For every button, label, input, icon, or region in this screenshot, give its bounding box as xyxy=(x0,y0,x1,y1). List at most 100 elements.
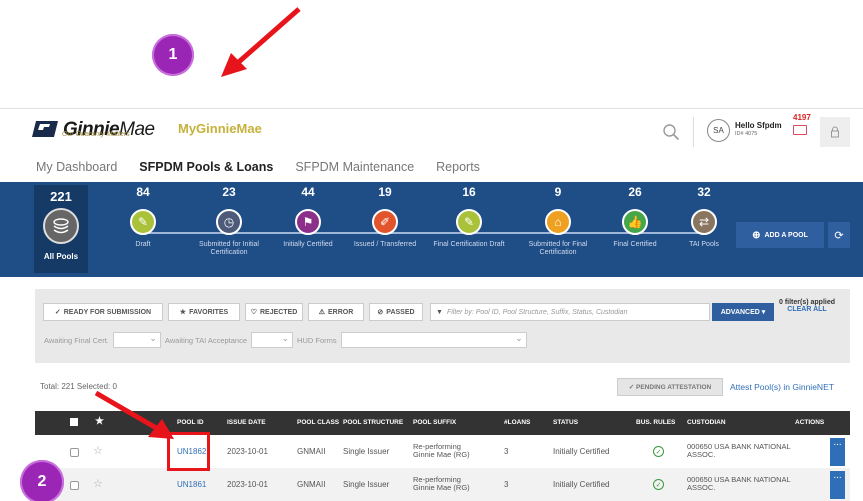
awaiting-tai-label: Awaiting TAI Acceptance xyxy=(164,335,248,345)
favorite-star-icon[interactable]: ☆ xyxy=(93,477,103,490)
col-issue-date[interactable]: ISSUE DATE xyxy=(227,419,266,426)
loan-count: 3 xyxy=(504,447,509,456)
bus-rules-passed-icon: ✓ xyxy=(653,446,664,457)
pending-label: PENDING ATTESTATION xyxy=(636,383,712,391)
loan-count: 3 xyxy=(504,480,509,489)
hud-forms-label: HUD Forms xyxy=(297,335,337,345)
filter-row-2: Awaiting Final Cert. Awaiting TAI Accept… xyxy=(44,332,531,348)
notification-count: 4197 xyxy=(793,113,811,122)
inbox-icon: ⌂ xyxy=(545,209,571,235)
col-status[interactable]: STATUS xyxy=(553,419,578,426)
tab-sfpdm-pools-loans[interactable]: SFPDM Pools & Loans xyxy=(139,160,273,174)
add-pool-button[interactable]: ⊕ ADD A POOL xyxy=(736,222,824,248)
col-bus-rules[interactable]: BUS. RULES xyxy=(636,419,675,426)
stage-count: 19 xyxy=(378,185,392,199)
pool-id-highlight xyxy=(167,432,210,471)
awaiting-final-select[interactable] xyxy=(112,332,161,348)
col-pool-class[interactable]: POOL CLASS xyxy=(297,419,339,426)
pool-id-link[interactable]: UN1861 xyxy=(177,480,206,489)
status-band: 221 All Pools 84 ✎ Draft 23 ◷ Submitted for I… xyxy=(0,182,863,277)
pool-class: GNMAII xyxy=(297,480,326,489)
passed-icon: ⊘ xyxy=(377,309,384,316)
reject-icon: ♡ xyxy=(250,309,257,316)
greeting-text: Hello Sfpdm xyxy=(735,121,782,130)
mail-icon[interactable] xyxy=(793,125,807,135)
flag-icon: ⚑ xyxy=(295,209,321,235)
select-all-checkbox[interactable] xyxy=(70,418,78,426)
funnel-icon: ▼ xyxy=(436,308,443,316)
row-checkbox[interactable] xyxy=(70,481,79,490)
filter-search-input[interactable]: ▼ Filter by: Pool ID, Pool Structure, Su… xyxy=(430,303,710,321)
stage-count: 16 xyxy=(462,185,476,199)
user-id: ID# 4075 xyxy=(735,131,758,137)
edit-icon: ✐ xyxy=(372,209,398,235)
header-divider xyxy=(693,117,694,147)
pending-attestation-button[interactable]: ✓ PENDING ATTESTATION xyxy=(617,378,723,396)
custodian: 000650 USA BANK NATIONAL ASSOC. xyxy=(687,442,791,459)
row-checkbox[interactable] xyxy=(70,448,79,457)
favorites-button[interactable]: ★ FAVORITES xyxy=(168,303,240,321)
rejected-button[interactable]: ♡ REJECTED xyxy=(245,303,303,321)
lock-button[interactable] xyxy=(820,117,850,147)
ready-label: READY FOR SUBMISSION xyxy=(63,308,152,316)
tab-my-dashboard[interactable]: My Dashboard xyxy=(36,160,117,174)
refresh-icon: ⟳ xyxy=(834,229,844,242)
col-pool-suffix[interactable]: POOL SUFFIX xyxy=(413,419,456,426)
pool-class: GNMAII xyxy=(297,447,326,456)
pool-status: Initially Certified xyxy=(553,480,610,489)
ginniemae-flag-icon xyxy=(32,121,58,137)
table-row[interactable]: ☆ UN1861 2023-10-01 GNMAII Single Issuer Re-p… xyxy=(35,468,850,501)
tab-sfpdm-maintenance[interactable]: SFPDM Maintenance xyxy=(295,160,414,174)
stage-label: Issued / Transferred xyxy=(353,241,417,248)
passed-button[interactable]: ⊘ PASSED xyxy=(369,303,423,321)
row-actions-button[interactable]: ... xyxy=(830,471,845,499)
pool-status: Initially Certified xyxy=(553,447,610,456)
hud-forms-select[interactable] xyxy=(340,332,527,348)
warning-icon: ⚠ xyxy=(318,309,325,316)
rejected-label: REJECTED xyxy=(259,308,298,316)
thumbs-up-icon: 👍 xyxy=(622,209,648,235)
app-name[interactable]: MyGinnieMae xyxy=(178,121,262,136)
stack-icon xyxy=(43,208,79,244)
col-custodian[interactable]: CUSTODIAN xyxy=(687,419,726,426)
logo-tagline: Our Guaranty Matters xyxy=(62,131,130,138)
awaiting-tai-select[interactable] xyxy=(251,332,294,348)
row-actions-button[interactable]: ... xyxy=(830,438,845,466)
clear-all-link[interactable]: CLEAR ALL xyxy=(779,306,835,313)
stage-label: Draft xyxy=(135,241,151,248)
avatar[interactable]: SA xyxy=(707,119,730,142)
stage-tile[interactable]: 84 ✎ Draft xyxy=(98,185,188,249)
passed-label: PASSED xyxy=(386,308,415,316)
stage-label: Submitted for Initial Certification xyxy=(199,241,259,256)
col-actions[interactable]: ACTIONS xyxy=(795,419,824,426)
filters-applied-text: 0 filter(s) applied xyxy=(779,299,836,306)
stage-tile[interactable]: 19 ✐ Issued / Transferred xyxy=(340,185,430,249)
all-pools-tile[interactable]: 221 All Pools xyxy=(34,185,88,273)
bus-rules-passed-icon: ✓ xyxy=(653,479,664,490)
stage-tile[interactable]: 16 ✎ Final Certification Draft xyxy=(424,185,514,249)
tab-reports[interactable]: Reports xyxy=(436,160,480,174)
search-icon[interactable] xyxy=(662,123,680,141)
pencil-icon: ✎ xyxy=(456,209,482,235)
attest-link[interactable]: Attest Pool(s) in GinnieNET xyxy=(730,382,834,392)
step-2-badge: 2 xyxy=(20,460,64,501)
filter-placeholder: Filter by: Pool ID, Pool Structure, Suff… xyxy=(446,308,628,316)
advanced-label: ADVANCED xyxy=(720,308,760,316)
check-icon: ✓ xyxy=(54,309,61,316)
custodian: 000650 USA BANK NATIONAL ASSOC. xyxy=(687,475,791,492)
ready-for-submission-button[interactable]: ✓ READY FOR SUBMISSION xyxy=(43,303,163,321)
error-button[interactable]: ⚠ ERROR xyxy=(308,303,364,321)
add-pool-label: ADD A POOL xyxy=(764,231,808,239)
col-loans[interactable]: #LOANS xyxy=(504,419,530,426)
issue-date: 2023-10-01 xyxy=(227,447,268,456)
refresh-button[interactable]: ⟳ xyxy=(828,222,850,248)
advanced-button[interactable]: ADVANCED ▾ xyxy=(712,303,774,321)
stage-tile[interactable]: 23 ◷ Submitted for Initial Certification xyxy=(184,185,274,257)
issue-date: 2023-10-01 xyxy=(227,480,268,489)
pencil-icon: ✎ xyxy=(130,209,156,235)
top-header: GinnieMae Our Guaranty Matters MyGinnieM… xyxy=(0,108,863,156)
error-label: ERROR xyxy=(328,308,354,316)
favorites-label: FAVORITES xyxy=(189,308,229,316)
transfer-icon: ⇄ xyxy=(691,209,717,235)
col-pool-structure[interactable]: POOL STRUCTURE xyxy=(343,419,403,426)
